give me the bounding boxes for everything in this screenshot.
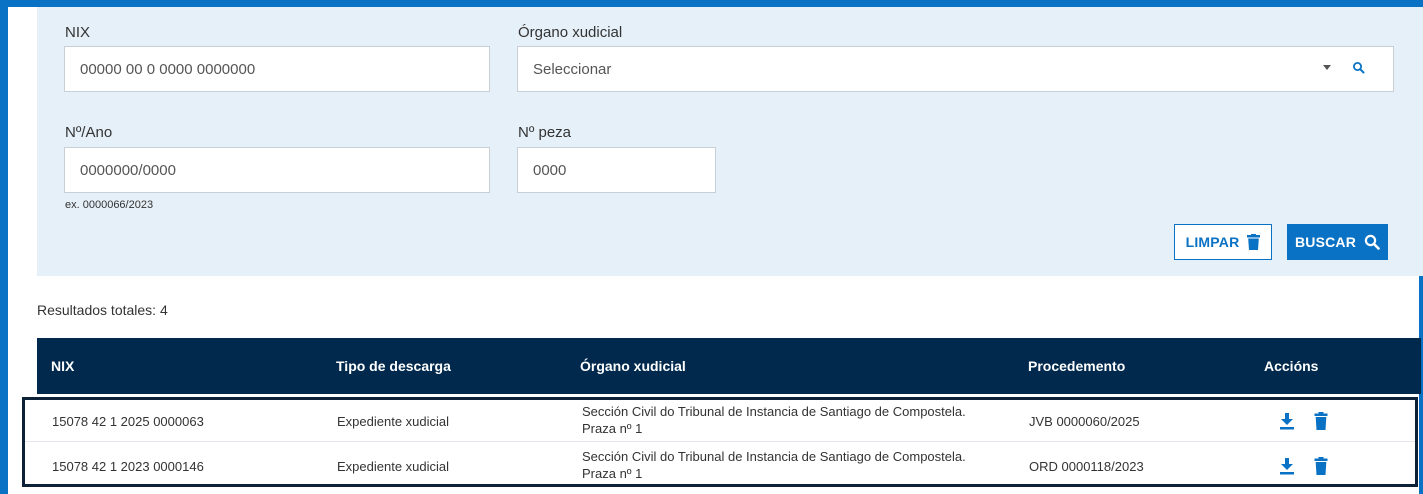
nix-input[interactable]: 00000 00 0 0000 0000000	[64, 46, 490, 92]
column-header-organo[interactable]: Órgano xudicial	[580, 358, 686, 374]
organo-line-2: Praza nº 1	[582, 421, 643, 436]
search-button[interactable]: BUSCAR	[1287, 224, 1388, 260]
peza-label: Nº peza	[518, 124, 572, 141]
numero-ano-label: Nº/Ano	[65, 124, 113, 141]
column-header-accions: Accións	[1264, 358, 1319, 374]
peza-input[interactable]: 0000	[517, 147, 716, 193]
numero-ano-input[interactable]: 0000000/0000	[64, 147, 490, 193]
clear-button[interactable]: LIMPAR	[1174, 224, 1272, 260]
numero-ano-placeholder: 0000000/0000	[80, 161, 176, 179]
tipo-cell: Expediente xudicial	[337, 459, 450, 474]
numero-ano-hint: ex. 0000066/2023	[65, 199, 154, 211]
organo-cell: Sección Civil do Tribunal de Instancia d…	[582, 403, 982, 437]
results-table-header: NIX Tipo de descarga Órgano xudicial Pro…	[37, 338, 1421, 394]
tipo-cell: Expediente xudicial	[337, 414, 450, 429]
nix-cell: 15078 42 1 2025 0000063	[52, 414, 204, 429]
column-header-tipo[interactable]: Tipo de descarga	[336, 358, 451, 374]
trash-icon[interactable]	[1314, 412, 1328, 430]
organo-placeholder: Seleccionar	[533, 60, 612, 78]
search-button-label: BUSCAR	[1294, 234, 1357, 250]
organo-line-2: Praza nº 1	[582, 466, 643, 481]
search-icon[interactable]	[1351, 60, 1367, 76]
organo-label: Órgano xudicial	[518, 24, 623, 41]
trash-icon[interactable]	[1314, 457, 1328, 475]
peza-placeholder: 0000	[533, 161, 567, 179]
clear-button-label: LIMPAR	[1185, 234, 1240, 250]
nix-label: NIX	[65, 24, 91, 41]
column-header-nix[interactable]: NIX	[51, 358, 74, 374]
procedemento-cell: ORD 0000118/2023	[1029, 459, 1144, 474]
procedemento-cell: JVB 0000060/2025	[1029, 414, 1140, 429]
search-icon	[1364, 234, 1380, 250]
table-row: 15078 42 1 2023 0000146 Expediente xudic…	[25, 443, 1415, 485]
organo-select[interactable]: Seleccionar	[517, 46, 1394, 92]
organo-line-1: Sección Civil do Tribunal de Instancia d…	[582, 404, 966, 419]
table-row: 15078 42 1 2025 0000063 Expediente xudic…	[25, 400, 1415, 442]
results-total: Resultados totales: 4	[37, 302, 168, 318]
results-table-body: 15078 42 1 2025 0000063 Expediente xudic…	[22, 397, 1418, 487]
trash-icon	[1247, 234, 1261, 250]
download-icon[interactable]	[1280, 457, 1294, 475]
organo-cell: Sección Civil do Tribunal de Instancia d…	[582, 448, 982, 482]
organo-line-1: Sección Civil do Tribunal de Instancia d…	[582, 449, 966, 464]
column-header-procedemento[interactable]: Procedemento	[1028, 358, 1125, 374]
nix-placeholder: 00000 00 0 0000 0000000	[80, 60, 256, 78]
nix-cell: 15078 42 1 2023 0000146	[52, 459, 204, 474]
chevron-down-icon[interactable]	[1323, 65, 1331, 70]
download-icon[interactable]	[1280, 412, 1294, 430]
